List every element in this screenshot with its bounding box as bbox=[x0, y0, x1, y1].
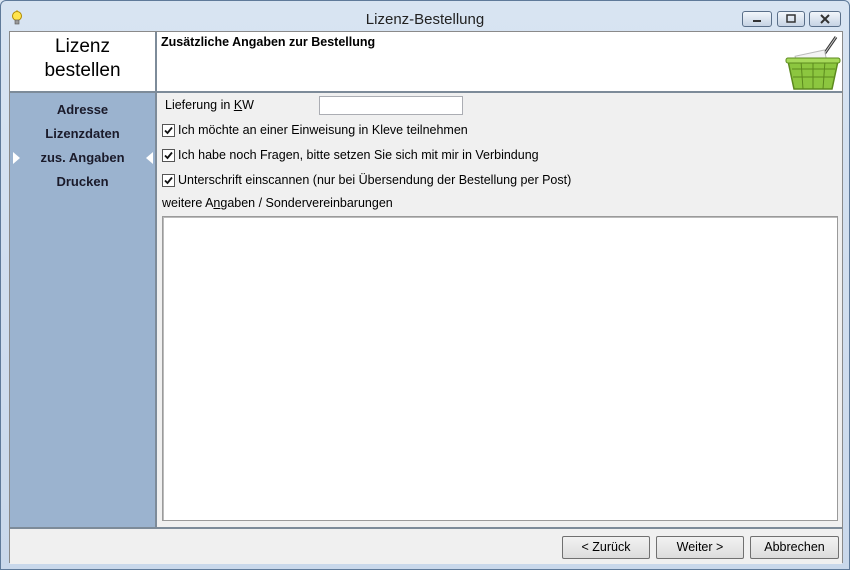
maximize-button[interactable] bbox=[777, 11, 805, 27]
close-button[interactable] bbox=[809, 11, 841, 27]
notes-label-suffix: gaben / Sondervereinbarungen bbox=[220, 196, 393, 210]
header-left-panel: Lizenz bestellen bbox=[10, 32, 157, 91]
minimize-icon bbox=[753, 20, 761, 22]
wizard-title: Lizenz bestellen bbox=[44, 36, 121, 81]
button-bar: < Zurück Weiter > Abbrechen bbox=[10, 527, 842, 564]
delivery-week-label-suffix: W bbox=[242, 98, 254, 112]
delivery-week-input[interactable] bbox=[319, 96, 463, 115]
title-bar[interactable]: Lizenz-Bestellung bbox=[1, 1, 849, 31]
sidebar-item-lizenzdaten[interactable]: Lizenzdaten bbox=[10, 126, 155, 141]
notes-textarea[interactable] bbox=[162, 216, 838, 521]
dialog-client-area: Lizenz bestellen Zusätzliche Angaben zur… bbox=[9, 31, 843, 564]
shopping-basket-icon bbox=[784, 33, 842, 91]
form-content: Lieferung in KW Ich möchte an einer Einw… bbox=[157, 93, 842, 527]
window-title: Lizenz-Bestellung bbox=[365, 11, 485, 28]
checkbox-label: Ich habe noch Fragen, bitte setzen Sie s… bbox=[178, 148, 539, 162]
checkbox-label: Ich möchte an einer Einweisung in Kleve … bbox=[178, 123, 468, 137]
active-item-right-arrow-icon bbox=[13, 152, 20, 164]
cancel-button[interactable]: Abbrechen bbox=[750, 536, 839, 559]
delivery-week-label-prefix: Lieferung in bbox=[165, 98, 234, 112]
wizard-sidebar: Adresse Lizenzdaten zus. Angaben Drucken bbox=[10, 93, 157, 527]
minimize-button[interactable] bbox=[742, 11, 772, 27]
next-button[interactable]: Weiter > bbox=[656, 536, 744, 559]
active-item-left-arrow-icon bbox=[146, 152, 153, 164]
back-button[interactable]: < Zurück bbox=[562, 536, 650, 559]
checkbox-label: Unterschrift einscannen (nur bei Übersen… bbox=[178, 173, 572, 187]
notes-label: weitere Angaben / Sondervereinbarungen bbox=[162, 196, 393, 210]
checkbox-checked-icon[interactable] bbox=[162, 124, 175, 137]
sidebar-item-zus-angaben[interactable]: zus. Angaben bbox=[10, 150, 155, 165]
checkbox-checked-icon[interactable] bbox=[162, 149, 175, 162]
notes-label-prefix: weitere A bbox=[162, 196, 214, 210]
close-icon bbox=[820, 14, 830, 24]
section-title: Zusätzliche Angaben zur Bestellung bbox=[161, 35, 376, 49]
sidebar-item-adresse[interactable]: Adresse bbox=[10, 102, 155, 117]
delivery-week-label-accesskey: K bbox=[233, 98, 243, 112]
sidebar-item-drucken[interactable]: Drucken bbox=[10, 174, 155, 189]
checkbox-checked-icon[interactable] bbox=[162, 174, 175, 187]
restore-icon bbox=[786, 14, 796, 23]
dialog-window: Lizenz-Bestellung Lizenz bestellen Zusät… bbox=[0, 0, 850, 570]
delivery-week-label: Lieferung in KW bbox=[165, 98, 254, 112]
header-right-panel: Zusätzliche Angaben zur Bestellung bbox=[157, 32, 842, 91]
